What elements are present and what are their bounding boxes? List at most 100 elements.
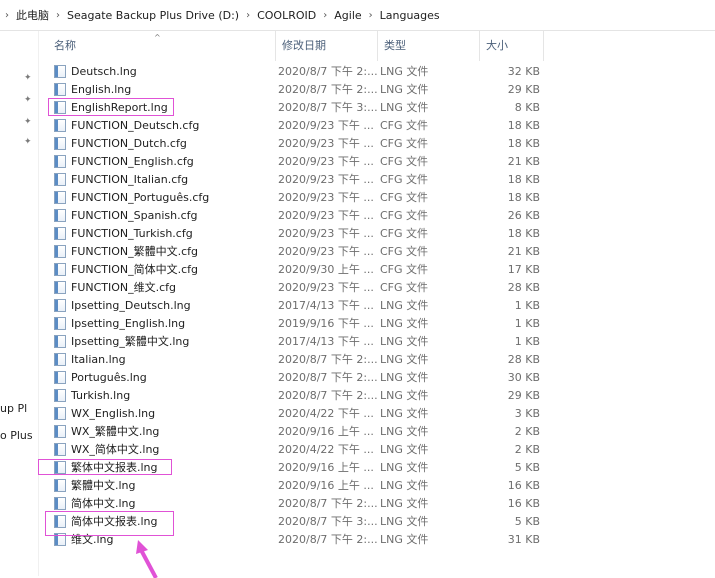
file-name-cell[interactable]: Ipsetting_繁體中文.lng xyxy=(48,333,276,349)
file-name-cell[interactable]: WX_简体中文.lng xyxy=(48,441,276,457)
file-name: Turkish.lng xyxy=(71,388,131,402)
file-row[interactable]: WX_简体中文.lng 2020/4/22 下午 ... LNG 文件 2 KB xyxy=(48,440,540,458)
chevron-right-icon[interactable]: › xyxy=(241,10,255,21)
file-row[interactable]: Deutsch.lng 2020/8/7 下午 2:... LNG 文件 32 KB xyxy=(48,62,540,80)
column-header-label: 名称 xyxy=(54,39,76,52)
file-name-cell[interactable]: 繁體中文.lng xyxy=(48,477,276,493)
file-name-cell[interactable]: 简体中文报表.lng xyxy=(48,513,276,529)
file-name: FUNCTION_Deutsch.cfg xyxy=(71,118,200,132)
file-name-cell[interactable]: Ipsetting_English.lng xyxy=(48,316,276,330)
column-header-date[interactable]: 修改日期 xyxy=(276,31,378,61)
file-row[interactable]: 简体中文.lng 2020/8/7 下午 2:... LNG 文件 16 KB xyxy=(48,494,540,512)
file-name-cell[interactable]: FUNCTION_Dutch.cfg xyxy=(48,136,276,150)
chevron-right-icon[interactable]: › xyxy=(51,10,65,21)
file-name-cell[interactable]: Turkish.lng xyxy=(48,388,276,402)
annotation-arrow-icon xyxy=(136,540,158,578)
file-name-cell[interactable]: Português.lng xyxy=(48,370,276,384)
pin-icon[interactable]: ✦ xyxy=(24,95,34,105)
file-icon xyxy=(54,352,66,366)
file-size: 28 KB xyxy=(507,280,540,294)
file-row[interactable]: Ipsetting_English.lng 2019/9/16 下午 ... LNG… xyxy=(48,314,540,332)
file-row[interactable]: Italian.lng 2020/8/7 下午 2:... LNG 文件 28 KB xyxy=(48,350,540,368)
file-name-cell[interactable]: EnglishReport.lng xyxy=(48,100,276,114)
file-icon xyxy=(54,316,66,330)
nav-item-drive[interactable]: up Pl xyxy=(0,402,27,415)
file-row[interactable]: FUNCTION_Português.cfg 2020/9/23 下午 ... CF… xyxy=(48,188,540,206)
file-row[interactable]: Ipsetting_Deutsch.lng 2017/4/13 下午 ... LNG… xyxy=(48,296,540,314)
file-row[interactable]: Português.lng 2020/8/7 下午 2:... LNG 文件 30 K… xyxy=(48,368,540,386)
file-name-cell[interactable]: Deutsch.lng xyxy=(48,64,276,78)
breadcrumb-this-pc[interactable]: 此电脑 xyxy=(14,0,51,30)
column-header-size[interactable]: 大小 xyxy=(480,31,544,61)
file-row[interactable]: FUNCTION_English.cfg 2020/9/23 下午 ... CFG … xyxy=(48,152,540,170)
file-row[interactable]: FUNCTION_繁體中文.cfg 2020/9/23 下午 ... CFG 文件 2… xyxy=(48,242,540,260)
file-row[interactable]: 繁體中文.lng 2020/9/16 上午 ... LNG 文件 16 KB xyxy=(48,476,540,494)
column-header-type[interactable]: 类型 xyxy=(378,31,480,61)
pin-icon[interactable]: ✦ xyxy=(24,73,34,83)
file-type: LNG 文件 xyxy=(380,497,429,510)
file-name: FUNCTION_繁體中文.cfg xyxy=(71,245,199,258)
file-size: 5 KB xyxy=(514,514,540,528)
file-name-cell[interactable]: FUNCTION_Italian.cfg xyxy=(48,172,276,186)
navigation-pane[interactable]: ✦ ✦ ✦ ✦ up Pl o Plus xyxy=(0,31,39,576)
file-row[interactable]: English.lng 2020/8/7 下午 2:... LNG 文件 29 KB xyxy=(48,80,540,98)
breadcrumb-label: Languages xyxy=(379,8,440,22)
file-name: 繁體中文.lng xyxy=(71,479,136,492)
chevron-right-icon[interactable]: › xyxy=(318,10,332,21)
file-name-cell[interactable]: FUNCTION_简体中文.cfg xyxy=(48,261,276,277)
file-icon xyxy=(54,514,66,528)
file-name-cell[interactable]: English.lng xyxy=(48,82,276,96)
file-row[interactable]: FUNCTION_Deutsch.cfg 2020/9/23 下午 ... CFG … xyxy=(48,116,540,134)
file-type: CFG 文件 xyxy=(380,191,429,204)
breadcrumb-agile[interactable]: Agile xyxy=(332,0,363,30)
file-row[interactable]: FUNCTION_Dutch.cfg 2020/9/23 下午 ... CFG 文件… xyxy=(48,134,540,152)
file-icon xyxy=(54,118,66,132)
file-date: 2020/9/16 上午 ... xyxy=(278,461,374,474)
nav-item-drive-2[interactable]: o Plus xyxy=(0,429,33,442)
file-row[interactable]: FUNCTION_维文.cfg 2020/9/23 下午 ... CFG 文件 28 … xyxy=(48,278,540,296)
file-name-cell[interactable]: FUNCTION_维文.cfg xyxy=(48,279,276,295)
file-name-cell[interactable]: FUNCTION_Português.cfg xyxy=(48,190,276,204)
file-row[interactable]: Ipsetting_繁體中文.lng 2017/4/13 下午 ... LNG 文件… xyxy=(48,332,540,350)
pin-icon[interactable]: ✦ xyxy=(24,117,34,127)
file-name-cell[interactable]: FUNCTION_Deutsch.cfg xyxy=(48,118,276,132)
file-name-cell[interactable]: FUNCTION_Turkish.cfg xyxy=(48,226,276,240)
file-row[interactable]: FUNCTION_简体中文.cfg 2020/9/30 上午 ... CFG 文件 1… xyxy=(48,260,540,278)
file-icon xyxy=(54,100,66,114)
file-row[interactable]: Turkish.lng 2020/8/7 下午 2:... LNG 文件 29 KB xyxy=(48,386,540,404)
file-row[interactable]: FUNCTION_Spanish.cfg 2020/9/23 下午 ... CFG … xyxy=(48,206,540,224)
file-size: 26 KB xyxy=(507,208,540,222)
file-row[interactable]: FUNCTION_Turkish.cfg 2020/9/23 下午 ... CFG … xyxy=(48,224,540,242)
file-name: FUNCTION_Dutch.cfg xyxy=(71,136,187,150)
file-size: 32 KB xyxy=(507,64,540,78)
file-name-cell[interactable]: WX_English.lng xyxy=(48,406,276,420)
file-row[interactable]: 维文.lng 2020/8/7 下午 2:... LNG 文件 31 KB xyxy=(48,530,540,548)
file-name-cell[interactable]: FUNCTION_繁體中文.cfg xyxy=(48,243,276,259)
file-name-cell[interactable]: FUNCTION_English.cfg xyxy=(48,154,276,168)
column-header-name[interactable]: 名称 ^ xyxy=(48,31,276,61)
file-name-cell[interactable]: 简体中文.lng xyxy=(48,495,276,511)
file-name-cell[interactable]: 繁体中文报表.lng xyxy=(48,459,276,475)
address-bar[interactable]: › 此电脑 › Seagate Backup Plus Drive (D:) ›… xyxy=(0,0,715,31)
chevron-right-icon[interactable]: › xyxy=(364,10,378,21)
file-type: LNG 文件 xyxy=(380,101,429,114)
file-row[interactable]: FUNCTION_Italian.cfg 2020/9/23 下午 ... CFG … xyxy=(48,170,540,188)
breadcrumb-languages[interactable]: Languages xyxy=(378,0,442,30)
breadcrumb-coolroid[interactable]: COOLROID xyxy=(255,0,318,30)
file-row[interactable]: WX_English.lng 2020/4/22 下午 ... LNG 文件 3 KB xyxy=(48,404,540,422)
file-row[interactable]: EnglishReport.lng 2020/8/7 下午 3:... LNG 文件… xyxy=(48,98,540,116)
file-type: LNG 文件 xyxy=(380,461,429,474)
file-name-cell[interactable]: Ipsetting_Deutsch.lng xyxy=(48,298,276,312)
file-date: 2020/9/23 下午 ... xyxy=(278,155,374,168)
file-type: LNG 文件 xyxy=(380,65,429,78)
file-type: CFG 文件 xyxy=(380,227,429,240)
file-row[interactable]: 简体中文报表.lng 2020/8/7 下午 3:... LNG 文件 5 KB xyxy=(48,512,540,530)
file-icon xyxy=(54,370,66,384)
pin-icon[interactable]: ✦ xyxy=(24,137,34,147)
file-name-cell[interactable]: Italian.lng xyxy=(48,352,276,366)
file-type: LNG 文件 xyxy=(380,389,429,402)
file-row[interactable]: WX_繁體中文.lng 2020/9/16 上午 ... LNG 文件 2 KB xyxy=(48,422,540,440)
file-row[interactable]: 繁体中文报表.lng 2020/9/16 上午 ... LNG 文件 5 KB xyxy=(48,458,540,476)
file-name-cell[interactable]: FUNCTION_Spanish.cfg xyxy=(48,208,276,222)
file-name-cell[interactable]: WX_繁體中文.lng xyxy=(48,423,276,439)
